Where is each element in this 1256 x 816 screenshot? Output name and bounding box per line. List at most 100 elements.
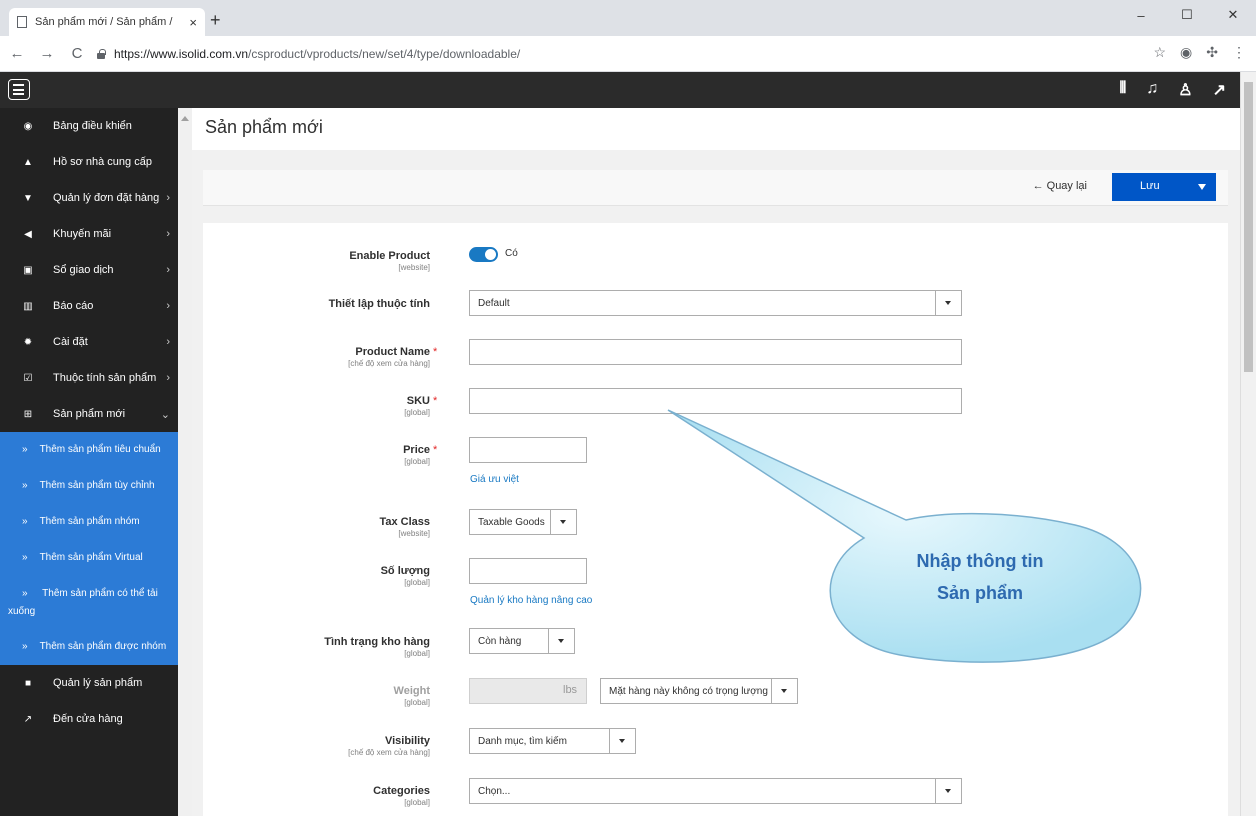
window-controls: – ☐ ✕ xyxy=(1118,0,1256,30)
quantity-input[interactable] xyxy=(469,558,587,584)
sidebar-subitem-grouped[interactable]: » Thêm sản phẩm được nhóm xyxy=(0,629,178,665)
caret-down-icon xyxy=(548,629,574,653)
price-input[interactable] xyxy=(469,437,587,463)
menu-icon[interactable]: ⋮ xyxy=(1232,44,1246,61)
visibility-label: Visibility [chế độ xem cửa hàng] xyxy=(348,735,430,757)
tab-close-icon[interactable]: × xyxy=(189,15,197,30)
weight-option-select[interactable]: Mặt hàng này không có trọng lượng xyxy=(600,678,798,704)
money-icon: ▣ xyxy=(23,264,33,276)
product-name-input[interactable] xyxy=(469,339,962,365)
user-icon: ▲ xyxy=(23,156,33,168)
enable-product-toggle[interactable] xyxy=(469,247,498,262)
caret-down-icon xyxy=(935,291,961,315)
reload-icon[interactable]: C xyxy=(64,45,90,62)
forward-arrow-icon[interactable]: → xyxy=(34,45,60,62)
sidebar-subitem-virtual[interactable]: » Thêm sản phẩm Virtual xyxy=(0,540,178,576)
weight-unit: lbs xyxy=(563,684,578,696)
sidebar-item-vendor-profile[interactable]: ▲ Hồ sơ nhà cung cấp xyxy=(0,144,178,180)
sidebar-subitem-bundle[interactable]: » Thêm sản phẩm nhóm xyxy=(0,504,178,540)
attribute-set-select[interactable]: Default xyxy=(469,290,962,316)
sidebar-item-go-to-store[interactable]: ↗ Đến cửa hàng xyxy=(0,701,178,737)
categories-label: Categories [global] xyxy=(373,785,430,807)
field-label: Price xyxy=(403,444,430,456)
field-scope: [global] xyxy=(404,578,430,587)
sidebar-item-settings[interactable]: ✹ Cài đặt › xyxy=(0,324,178,360)
select-value: Còn hàng xyxy=(478,636,522,647)
equalizer-icon[interactable]: ⫴ xyxy=(1120,80,1127,100)
sidebar-item-label: Sản phẩm mới xyxy=(53,408,126,420)
sidebar-subitem-standard[interactable]: » Thêm sản phẩm tiêu chuẩn xyxy=(0,432,178,468)
maximize-button[interactable]: ☐ xyxy=(1164,0,1210,30)
enable-product-state: Có xyxy=(505,248,518,259)
back-button[interactable]: ← Quay lại xyxy=(1033,180,1087,192)
caret-down-icon[interactable] xyxy=(1198,184,1206,190)
callout-line-2: Sản phẩm xyxy=(936,583,1024,603)
sidebar-item-promotions[interactable]: ◀ Khuyến mãi › xyxy=(0,216,178,252)
sidebar-item-product-attributes[interactable]: ☑ Thuộc tính sản phẩm › xyxy=(0,360,178,396)
url-field[interactable]: https://www.isolid.com.vn/csproduct/vpro… xyxy=(96,41,1156,67)
sidebar-item-dashboard[interactable]: ◉ Bảng điều khiển xyxy=(0,108,178,144)
hamburger-menu-icon[interactable] xyxy=(8,79,30,100)
weight-label: Weight [global] xyxy=(394,685,430,707)
sidebar-item-transactions[interactable]: ▣ Sổ giao dịch › xyxy=(0,252,178,288)
sidebar-item-manage-products[interactable]: ■ Quản lý sản phẩm xyxy=(0,665,178,701)
sidebar-item-orders[interactable]: ▼ Quản lý đơn đặt hàng › xyxy=(0,180,178,216)
field-label: Product Name xyxy=(355,346,430,358)
document-icon xyxy=(17,16,27,28)
sidebar-item-label: Hồ sơ nhà cung cấp xyxy=(53,156,152,168)
sidebar-subitem-configurable[interactable]: » Thêm sản phẩm tùy chỉnh xyxy=(0,468,178,504)
close-window-button[interactable]: ✕ xyxy=(1210,0,1256,30)
new-tab-button[interactable]: + xyxy=(210,10,221,30)
tax-class-select[interactable]: Taxable Goods xyxy=(469,509,577,535)
double-chevron-icon: » xyxy=(22,444,28,455)
select-placeholder: Chọn... xyxy=(478,786,511,797)
page-scrollbar[interactable] xyxy=(1240,72,1256,816)
sidebar-item-label: Bảng điều khiển xyxy=(53,120,132,132)
sidebar-item-label: Cài đặt xyxy=(53,336,88,348)
minimize-button[interactable]: – xyxy=(1118,0,1164,30)
field-scope: [chế độ xem cửa hàng] xyxy=(348,748,430,757)
sidebar-item-new-product[interactable]: ⊞ Sản phẩm mới ⌄ xyxy=(0,396,178,432)
product-form: Enable Product [website] Có Thiết lập th… xyxy=(203,223,1228,816)
field-scope: [website] xyxy=(398,263,430,272)
caret-down-icon xyxy=(771,679,797,703)
sidebar-scrollbar[interactable] xyxy=(178,108,192,816)
chevron-right-icon: › xyxy=(166,264,170,276)
notifications-icon[interactable]: ♫ xyxy=(1146,80,1158,100)
external-link-icon[interactable]: ↗ xyxy=(1213,80,1226,100)
star-icon[interactable]: ☆ xyxy=(1153,44,1166,61)
sidebar-item-label: Thuộc tính sản phẩm xyxy=(53,372,157,384)
gear-icon: ✹ xyxy=(23,336,33,348)
categories-select[interactable]: Chọn... xyxy=(469,778,962,804)
save-button[interactable]: Lưu xyxy=(1112,173,1216,201)
page-scrollbar-thumb[interactable] xyxy=(1244,82,1253,372)
sku-input[interactable] xyxy=(469,388,962,414)
caret-down-icon xyxy=(609,729,635,753)
advanced-pricing-link[interactable]: Giá ưu việt xyxy=(470,474,519,485)
caret-down-icon xyxy=(935,779,961,803)
user-icon[interactable]: ♙ xyxy=(1178,80,1192,100)
required-asterisk: * xyxy=(433,444,438,456)
visibility-select[interactable]: Danh mục, tìm kiếm xyxy=(469,728,636,754)
sidebar-item-label: Quản lý sản phẩm xyxy=(53,677,143,689)
price-label: Price [global] xyxy=(403,444,430,466)
product-name-label: Product Name [chế độ xem cửa hàng] xyxy=(348,346,430,368)
bar-chart-icon: ▥ xyxy=(23,300,33,312)
back-arrow-icon[interactable]: ← xyxy=(4,45,30,62)
double-chevron-icon: » xyxy=(22,480,28,491)
browser-tab[interactable]: Sản phẩm mới / Sản phẩm / × xyxy=(9,8,205,36)
profile-icon[interactable]: ◉ xyxy=(1180,44,1192,61)
advanced-inventory-link[interactable]: Quản lý kho hàng nâng cao xyxy=(470,595,592,606)
sidebar-item-label: Đến cửa hàng xyxy=(53,713,123,725)
field-scope: [chế độ xem cửa hàng] xyxy=(348,359,430,368)
browser-tab-bar: Sản phẩm mới / Sản phẩm / × + – ☐ ✕ xyxy=(0,0,1256,36)
chevron-right-icon: › xyxy=(166,300,170,312)
sidebar-subitem-downloadable[interactable]: » Thêm sản phẩm có thể tải xuống xyxy=(0,576,178,629)
sidebar-subitem-label: Thêm sản phẩm tùy chỉnh xyxy=(39,480,155,491)
double-chevron-icon: » xyxy=(22,552,28,563)
stock-status-select[interactable]: Còn hàng xyxy=(469,628,575,654)
sidebar-item-label: Báo cáo xyxy=(53,300,94,312)
sidebar-submenu: » Thêm sản phẩm tiêu chuẩn » Thêm sản ph… xyxy=(0,432,178,665)
sidebar-item-reports[interactable]: ▥ Báo cáo › xyxy=(0,288,178,324)
extension-icon[interactable]: ✣ xyxy=(1206,44,1218,61)
